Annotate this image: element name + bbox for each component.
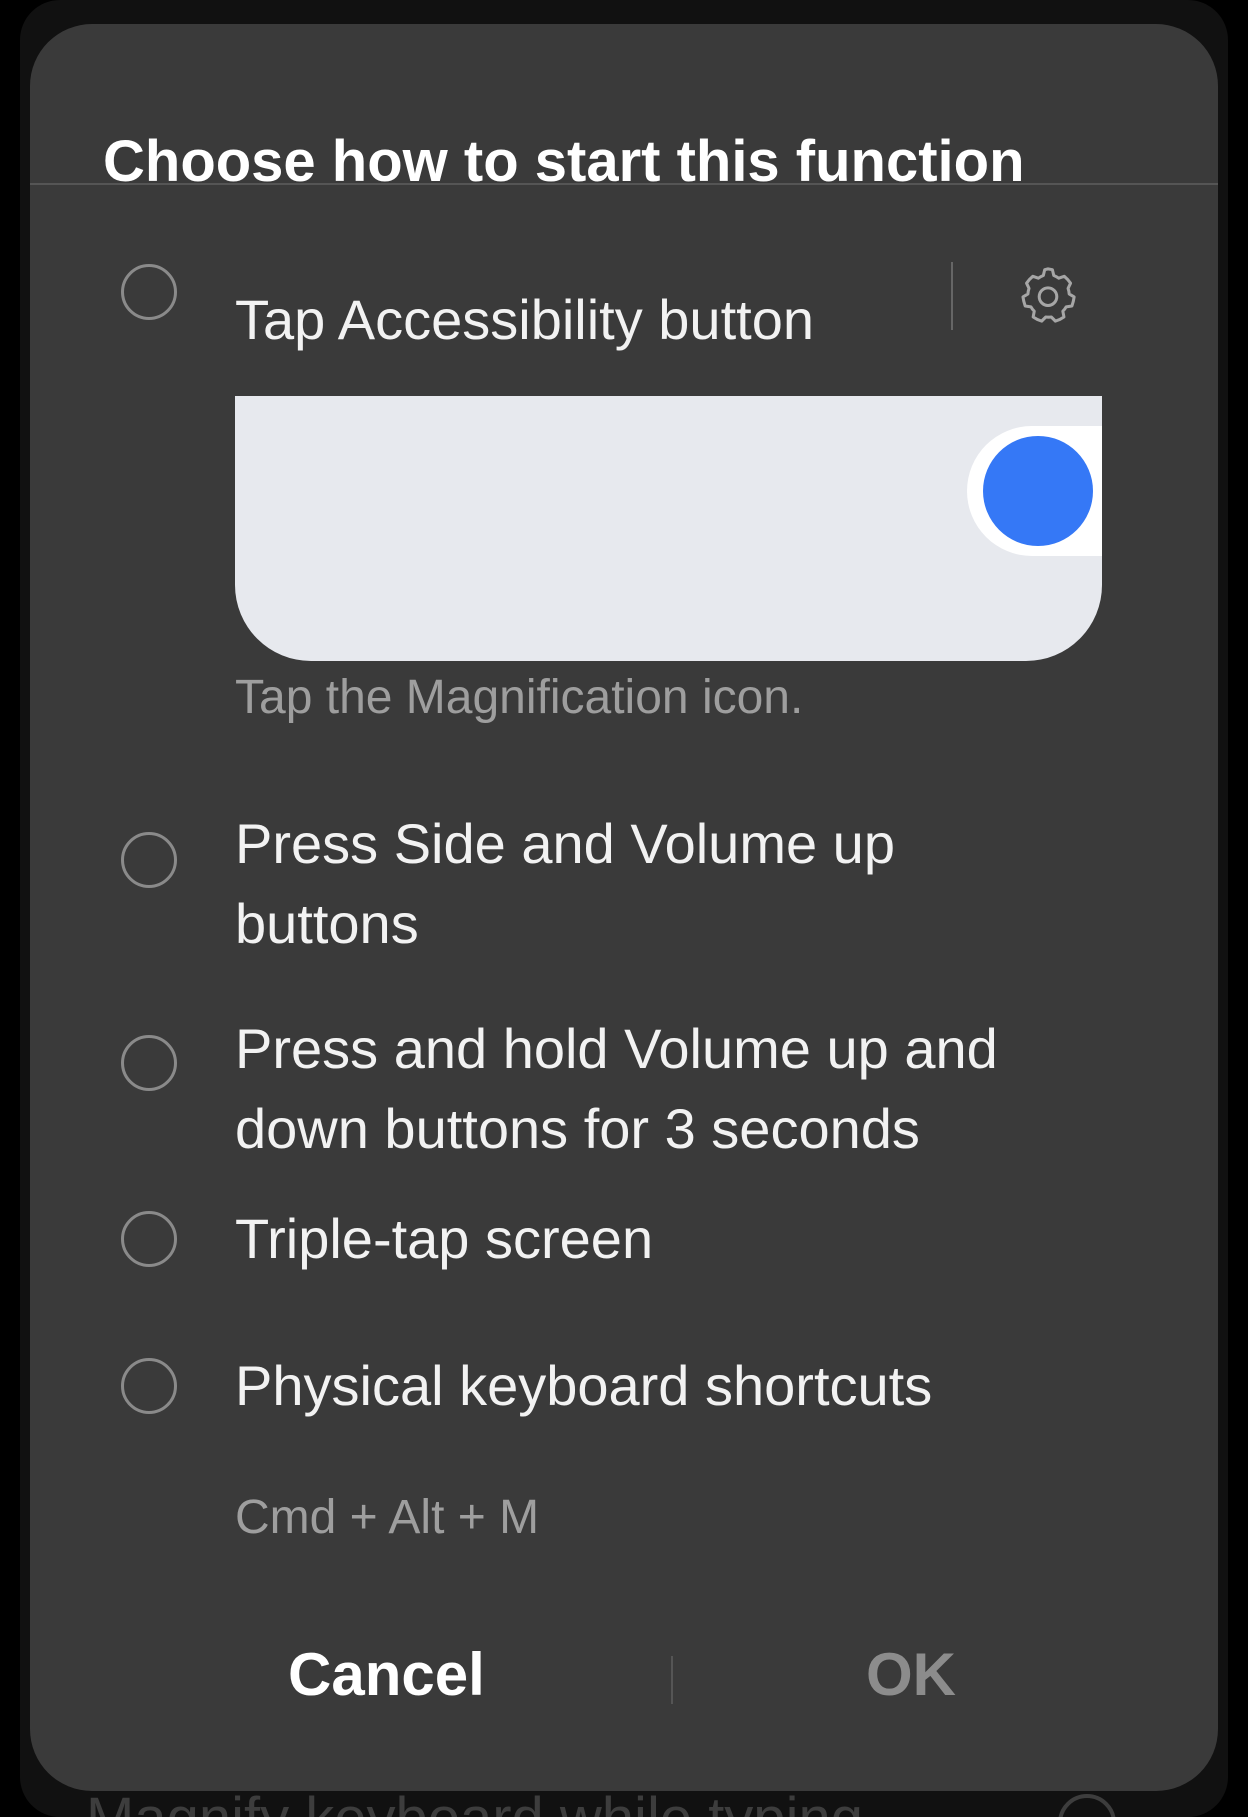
shortcut-dialog: Choose how to start this function Tap Ac… [30,24,1218,1791]
option-label-press-side-volume-up[interactable]: Press Side and Volume up buttons [235,804,1035,964]
option-label-triple-tap-screen[interactable]: Triple-tap screen [235,1199,653,1279]
option-hint: Tap the Magnification icon. [235,671,804,724]
keyboard-shortcut-text: Cmd + Alt + M [235,1491,540,1544]
radio-tap-accessibility-button[interactable] [121,264,177,320]
option-label-physical-keyboard-shortcuts[interactable]: Physical keyboard shortcuts [235,1346,932,1426]
option-label-tap-accessibility-button[interactable]: Tap Accessibility button [235,280,814,360]
ok-button[interactable]: OK [866,1640,956,1709]
option-divider [951,262,953,330]
cancel-button[interactable]: Cancel [288,1640,485,1709]
option-label-press-hold-volume[interactable]: Press and hold Volume up and down button… [235,1009,1135,1169]
radio-press-hold-volume[interactable] [121,1035,177,1091]
screen: Magnify keyboard while typing Choose how… [0,0,1248,1817]
radio-triple-tap-screen[interactable] [121,1211,177,1267]
accessibility-button-preview [235,396,1102,661]
gear-icon[interactable] [1015,262,1081,328]
title-divider [30,183,1218,185]
magnification-dot-icon [983,436,1093,546]
radio-press-side-volume-up[interactable] [121,832,177,888]
radio-physical-keyboard-shortcuts[interactable] [121,1358,177,1414]
button-divider [671,1656,673,1704]
